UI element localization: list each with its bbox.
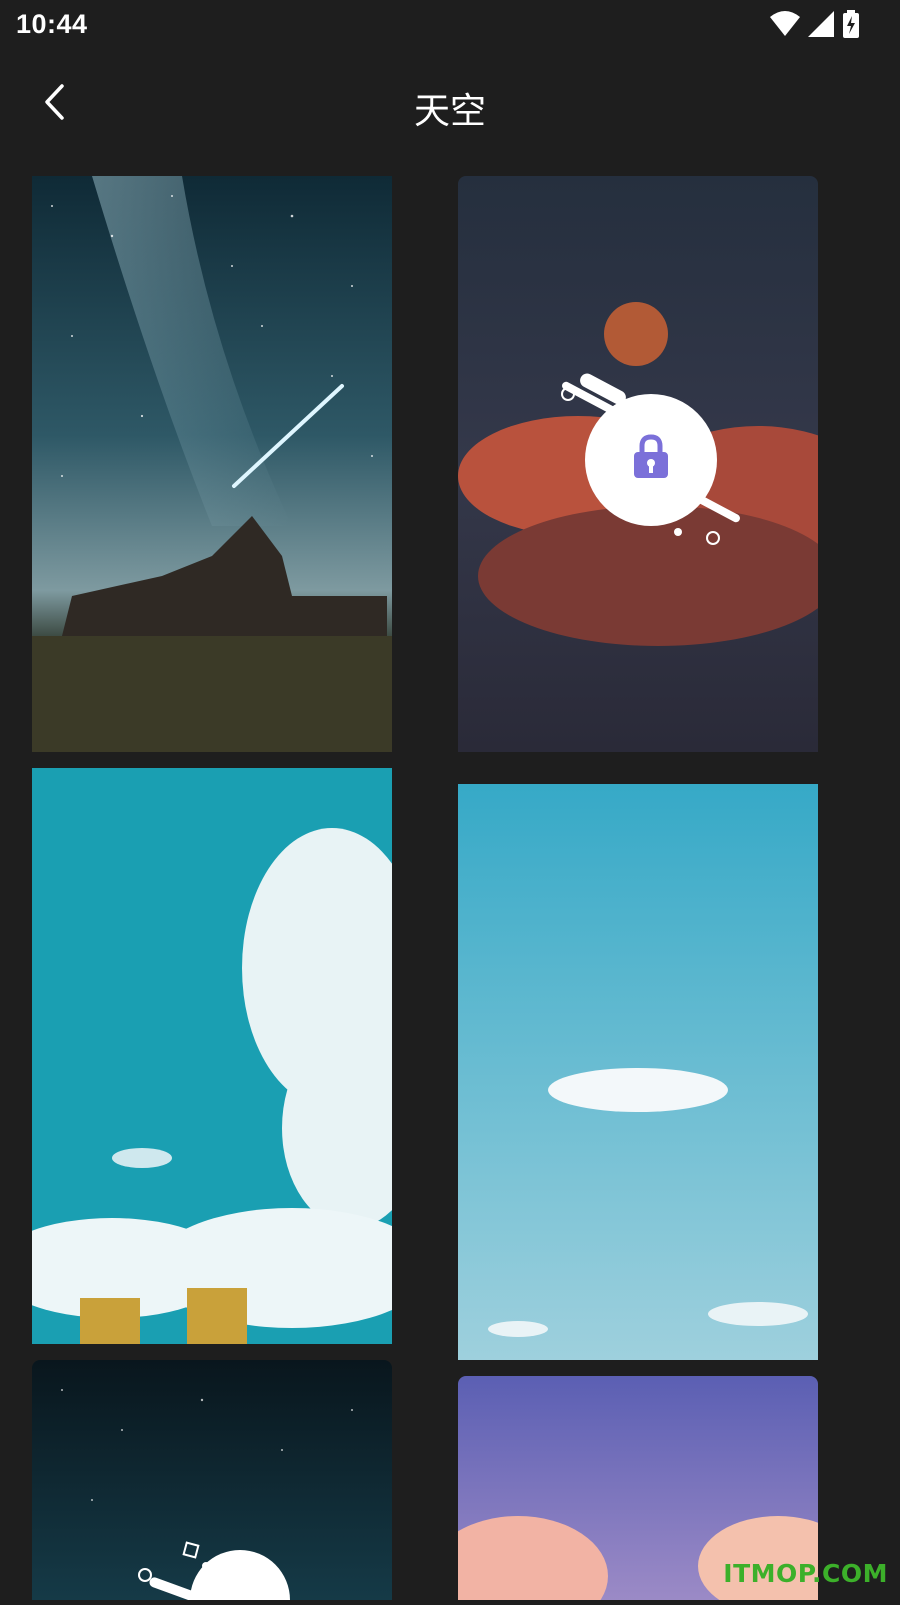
wallpaper-image bbox=[32, 768, 392, 1344]
watermark: ITMOP.COM bbox=[723, 1559, 888, 1588]
lock-icon bbox=[626, 432, 676, 482]
status-bar: 10:44 bbox=[0, 0, 900, 50]
wallpaper-tile-blue-sky-clouds[interactable] bbox=[32, 768, 392, 1344]
wallpaper-image bbox=[458, 784, 818, 1360]
lock-overlay bbox=[130, 1540, 300, 1605]
status-time: 10:44 bbox=[16, 9, 88, 39]
wifi-icon bbox=[770, 11, 800, 42]
page-title: 天空 bbox=[413, 91, 486, 132]
wallpaper-tile-starry-church[interactable] bbox=[32, 176, 392, 752]
wallpaper-image bbox=[32, 176, 392, 752]
wallpaper-tile-light-blue-sky[interactable] bbox=[458, 784, 818, 1360]
top-app-bar: 天空 bbox=[0, 60, 900, 150]
battery-charging-icon bbox=[842, 10, 860, 43]
status-icons bbox=[770, 10, 860, 43]
signal-icon bbox=[808, 11, 834, 42]
